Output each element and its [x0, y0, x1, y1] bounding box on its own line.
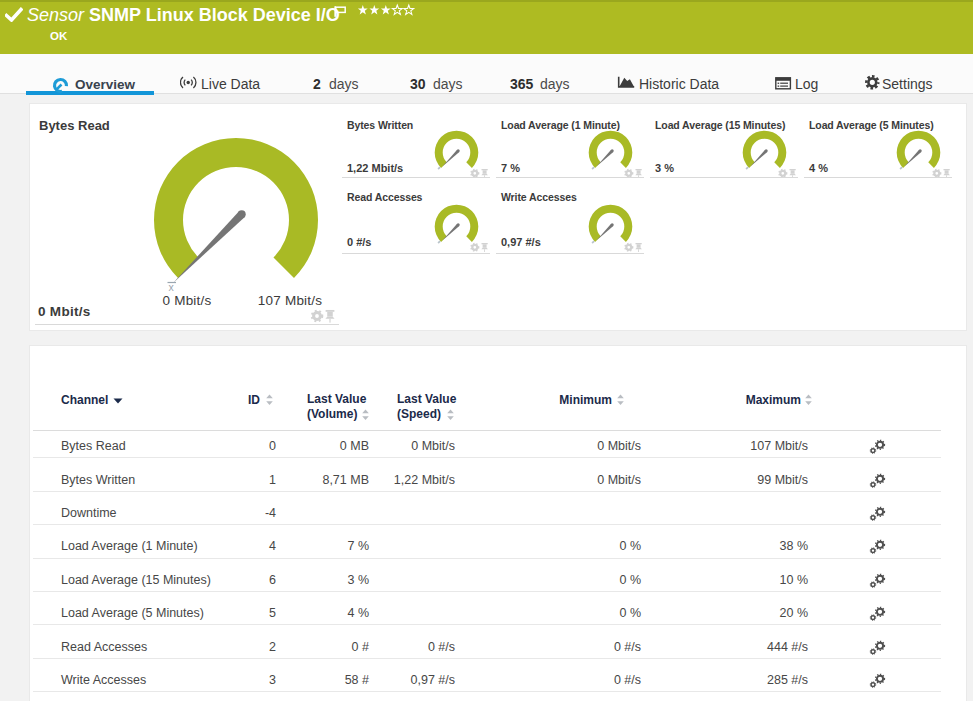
svg-text:x: x	[169, 281, 175, 293]
